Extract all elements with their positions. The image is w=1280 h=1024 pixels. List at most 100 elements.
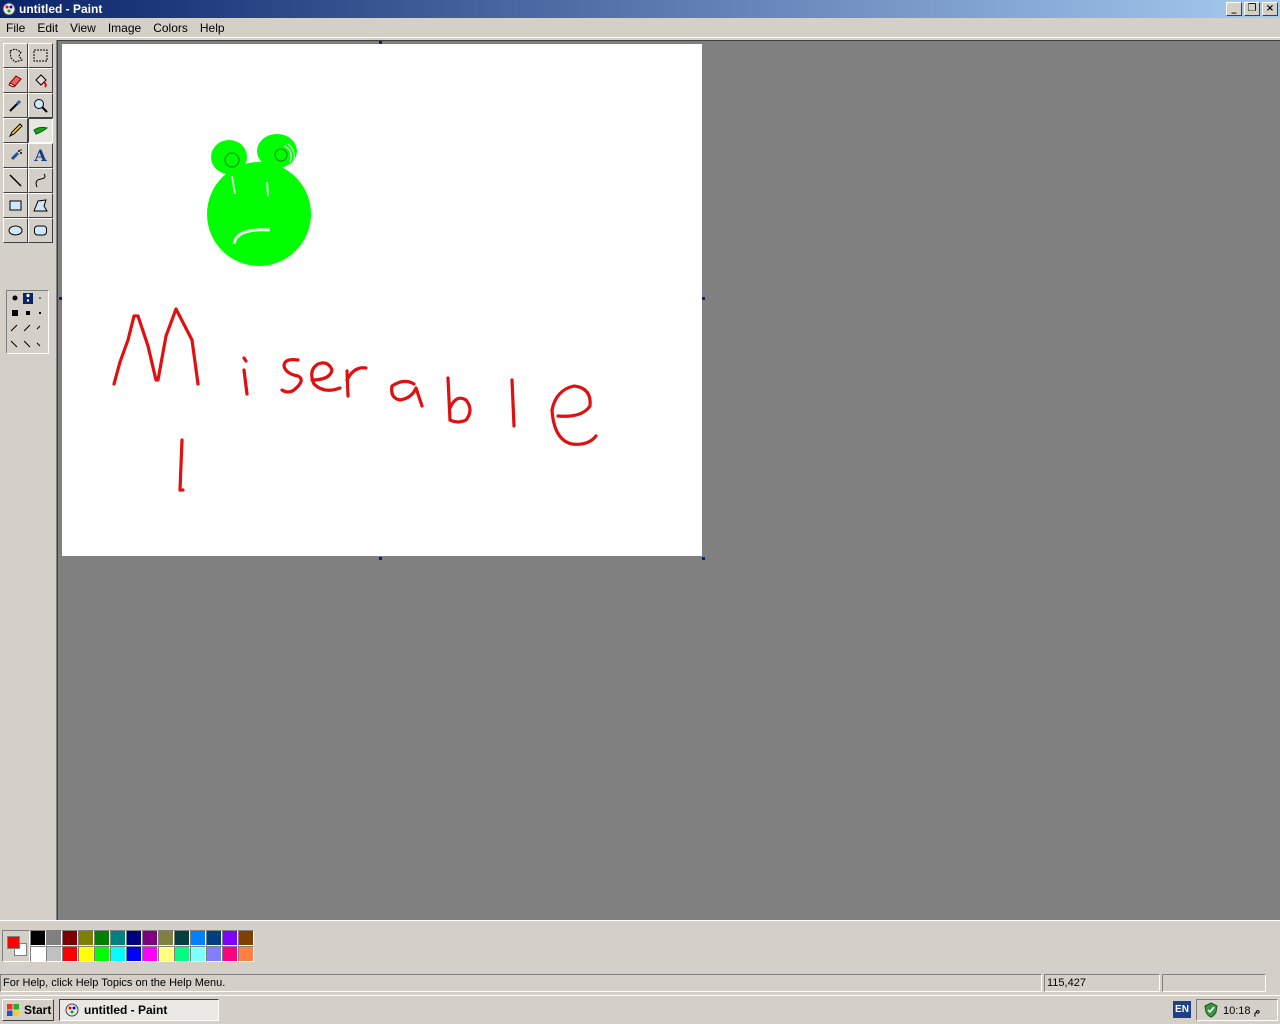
tool-eraser[interactable]: [3, 68, 28, 93]
palette-color-swatch[interactable]: [78, 930, 94, 946]
minimize-icon: _: [1231, 3, 1237, 14]
tool-airbrush[interactable]: [3, 143, 28, 168]
palette-color-swatch[interactable]: [142, 930, 158, 946]
clock[interactable]: 10:18 م: [1223, 1004, 1260, 1017]
palette-color-swatch[interactable]: [174, 930, 190, 946]
menu-view[interactable]: View: [64, 18, 102, 38]
menu-edit[interactable]: Edit: [31, 18, 64, 38]
palette-color-swatch[interactable]: [206, 930, 222, 946]
brush-icon: [33, 126, 49, 135]
palette-color-swatch[interactable]: [46, 930, 62, 946]
taskbar-item-label: untitled - Paint: [84, 1003, 168, 1017]
clock-suffix: م: [1253, 1004, 1261, 1017]
close-button[interactable]: ×: [1262, 2, 1278, 16]
menu-image[interactable]: Image: [102, 18, 147, 38]
resize-handle[interactable]: [59, 297, 62, 300]
palette-color-swatch[interactable]: [110, 930, 126, 946]
system-tray: 10:18 م: [1196, 999, 1278, 1021]
palette-color-swatch[interactable]: [222, 930, 238, 946]
security-shield-icon[interactable]: [1203, 1002, 1219, 1018]
free-select-icon: [9, 48, 23, 63]
resize-handle-corner[interactable]: [702, 557, 705, 560]
palette-color-swatch[interactable]: [158, 930, 174, 946]
palette-color-swatch[interactable]: [110, 946, 126, 962]
color-box: [0, 920, 1280, 970]
palette-color-swatch[interactable]: [190, 946, 206, 962]
tool-fill-with-color[interactable]: [28, 68, 53, 93]
clock-time: 10:18: [1223, 1004, 1254, 1017]
title-bar[interactable]: untitled - Paint _ ❐ ×: [0, 0, 1280, 18]
palette-color-swatch[interactable]: [62, 930, 78, 946]
brush-shape-options: [10, 293, 41, 348]
paint-icon: [2, 2, 16, 16]
paint-icon: [65, 1003, 79, 1017]
tool-rounded-rectangle[interactable]: [28, 218, 53, 243]
windows-logo-icon: [7, 1004, 19, 1016]
tool-curve[interactable]: [28, 168, 53, 193]
magnifier-icon: [34, 99, 48, 113]
frog-face-drawing: [207, 134, 311, 266]
restore-button[interactable]: ❐: [1244, 2, 1260, 16]
palette-color-swatch[interactable]: [46, 946, 62, 962]
eraser-icon: [8, 75, 22, 88]
menu-colors[interactable]: Colors: [147, 18, 194, 38]
palette-color-swatch[interactable]: [238, 946, 254, 962]
close-icon: ×: [1265, 3, 1275, 14]
palette-color-swatch[interactable]: [30, 930, 46, 946]
tool-select[interactable]: [28, 43, 53, 68]
tool-free-form-select[interactable]: [3, 43, 28, 68]
minimize-button[interactable]: _: [1226, 2, 1242, 16]
palette-color-swatch[interactable]: [206, 946, 222, 962]
palette-color-swatch[interactable]: [238, 930, 254, 946]
tool-pencil[interactable]: [3, 118, 28, 143]
rounded-rect-icon: [34, 225, 47, 236]
start-button[interactable]: Start: [2, 999, 54, 1021]
tool-line[interactable]: [3, 168, 28, 193]
tool-ellipse[interactable]: [3, 218, 28, 243]
tool-text[interactable]: A: [28, 143, 53, 168]
rectangle-icon: [9, 200, 22, 211]
taskbar: Start untitled - Paint EN 10:18 م: [0, 995, 1280, 1024]
palette-color-swatch[interactable]: [30, 946, 46, 962]
color-palette: [30, 930, 254, 962]
tool-rectangle[interactable]: [3, 193, 28, 218]
palette-color-swatch[interactable]: [94, 946, 110, 962]
drawing-canvas[interactable]: [62, 44, 702, 556]
curve-icon: [35, 173, 46, 188]
polygon-icon: [33, 199, 48, 212]
line-icon: [9, 174, 22, 187]
palette-color-swatch[interactable]: [94, 930, 110, 946]
status-bar: For Help, click Help Topics on the Help …: [0, 973, 1280, 993]
menu-bar: File Edit View Image Colors Help: [0, 18, 1280, 38]
tool-polygon[interactable]: [28, 193, 53, 218]
status-coordinates: 115,427: [1044, 974, 1160, 992]
restore-icon: ❐: [1247, 3, 1257, 14]
text-icon: A: [34, 146, 47, 165]
palette-color-swatch[interactable]: [62, 946, 78, 962]
palette-color-swatch[interactable]: [126, 946, 142, 962]
palette-color-swatch[interactable]: [190, 930, 206, 946]
palette-color-swatch[interactable]: [142, 946, 158, 962]
taskbar-item-paint[interactable]: untitled - Paint: [59, 999, 219, 1021]
start-label: Start: [24, 1003, 52, 1017]
palette-color-swatch[interactable]: [174, 946, 190, 962]
tool-magnifier[interactable]: [28, 93, 53, 118]
palette-color-swatch[interactable]: [126, 930, 142, 946]
bucket-icon: [35, 74, 47, 88]
palette-color-swatch[interactable]: [222, 946, 238, 962]
palette-color-swatch[interactable]: [158, 946, 174, 962]
tool-brush[interactable]: [28, 118, 53, 143]
pencil-icon: [8, 123, 23, 138]
current-colors[interactable]: [2, 930, 30, 962]
handwriting-miserable: [112, 307, 598, 492]
language-indicator[interactable]: EN: [1173, 1001, 1191, 1018]
resize-handle[interactable]: [379, 41, 382, 44]
brush-options[interactable]: [6, 290, 49, 354]
resize-handle-right[interactable]: [702, 297, 705, 300]
palette-color-swatch[interactable]: [78, 946, 94, 962]
tool-pick-color[interactable]: [3, 93, 28, 118]
resize-handle[interactable]: [379, 557, 382, 560]
foreground-color-swatch[interactable]: [7, 936, 20, 949]
menu-help[interactable]: Help: [194, 18, 231, 38]
menu-file[interactable]: File: [0, 18, 31, 38]
